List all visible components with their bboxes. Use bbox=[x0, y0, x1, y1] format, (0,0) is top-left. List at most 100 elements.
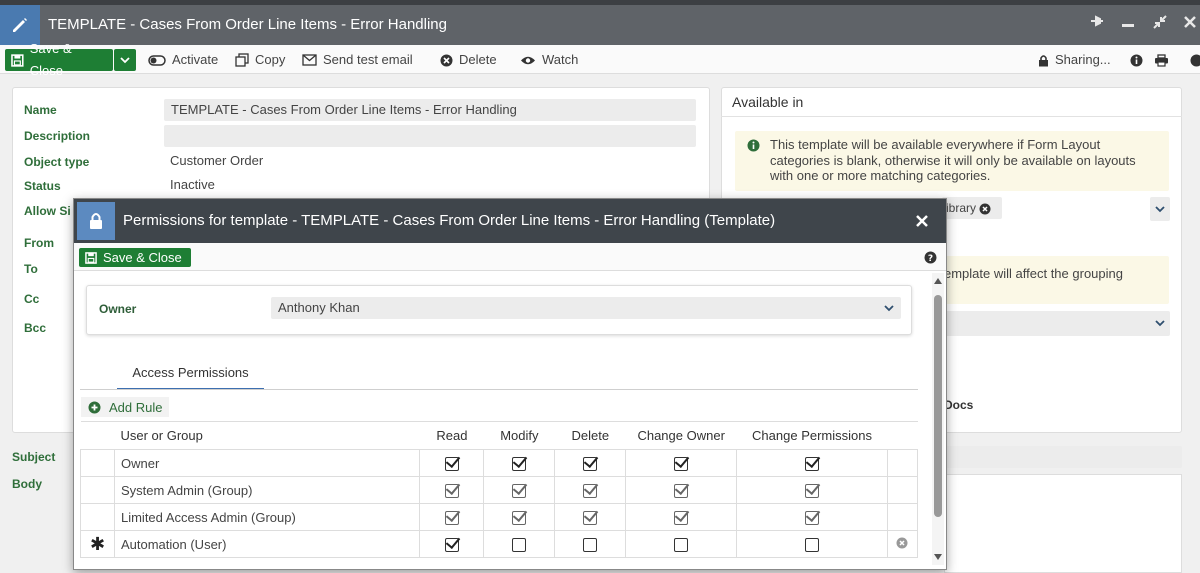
remove-chip-icon[interactable] bbox=[979, 203, 991, 215]
read-checkbox[interactable] bbox=[444, 456, 459, 471]
sharing-button[interactable]: Sharing... bbox=[1032, 49, 1117, 71]
grouping-select[interactable] bbox=[942, 311, 1170, 336]
delete-checkbox[interactable] bbox=[583, 456, 598, 471]
to-label: To bbox=[24, 262, 38, 276]
row-marker bbox=[80, 449, 115, 477]
permissions-table: User or Group Read Modify Delete Change … bbox=[80, 421, 919, 558]
copy-label: Copy bbox=[255, 52, 286, 67]
plus-circle-icon bbox=[88, 401, 101, 413]
change-owner-checkbox[interactable] bbox=[674, 456, 689, 471]
minimize-icon[interactable] bbox=[1116, 5, 1140, 45]
header-delete: Delete bbox=[554, 421, 626, 450]
header-change-permissions: Change Permissions bbox=[736, 421, 888, 450]
change-owner-checkbox bbox=[674, 510, 689, 525]
delete-button[interactable]: Delete bbox=[434, 49, 503, 71]
new-row-asterisk-icon: ✱ bbox=[80, 530, 115, 558]
info-icon bbox=[1130, 54, 1143, 66]
docs-label: Docs bbox=[944, 398, 974, 412]
owner-value: Anthony Khan bbox=[278, 300, 360, 315]
info-button[interactable] bbox=[1124, 49, 1149, 71]
pin-icon[interactable] bbox=[1084, 5, 1108, 45]
modify-checkbox[interactable] bbox=[512, 537, 527, 552]
dialog-title: Permissions for template - TEMPLATE - Ca… bbox=[123, 212, 776, 229]
from-label: From bbox=[24, 236, 54, 250]
bcc-label: Bcc bbox=[24, 321, 47, 335]
delete-checkbox[interactable] bbox=[583, 537, 598, 552]
svg-text:?: ? bbox=[928, 254, 933, 264]
modify-checkbox[interactable] bbox=[512, 456, 527, 471]
object-type-value: Customer Order bbox=[170, 153, 264, 168]
header-change-owner: Change Owner bbox=[625, 421, 737, 450]
dialog-save-close-button[interactable]: Save & Close bbox=[79, 248, 191, 267]
subject-label: Subject bbox=[12, 450, 56, 464]
read-checkbox[interactable] bbox=[444, 537, 459, 552]
change-owner-checkbox[interactable] bbox=[674, 537, 689, 552]
change-owner-checkbox bbox=[674, 483, 689, 498]
scrollbar[interactable] bbox=[932, 273, 944, 565]
permissions-dialog: Permissions for template - TEMPLATE - Ca… bbox=[73, 198, 947, 570]
delete-circle-icon bbox=[440, 54, 453, 66]
actions-header bbox=[887, 421, 918, 450]
row-marker bbox=[80, 476, 115, 504]
change-permissions-checkbox[interactable] bbox=[805, 537, 820, 552]
body-editor[interactable] bbox=[944, 474, 1182, 573]
collapse-icon[interactable] bbox=[1148, 5, 1172, 45]
categories-dropdown-toggle[interactable] bbox=[1150, 197, 1170, 221]
scroll-down-icon[interactable] bbox=[933, 553, 943, 561]
tab-access-permissions[interactable]: Access Permissions bbox=[117, 365, 264, 390]
change-permissions-checkbox[interactable] bbox=[805, 456, 820, 471]
scroll-thumb[interactable] bbox=[934, 295, 942, 517]
owner-label: Owner bbox=[99, 302, 137, 316]
change-permissions-checkbox bbox=[805, 483, 820, 498]
dialog-save-close-label: Save & Close bbox=[103, 250, 182, 265]
owner-select[interactable]: Anthony Khan bbox=[271, 297, 901, 319]
row-name: Automation (User) bbox=[113, 530, 421, 558]
sharing-label: Sharing... bbox=[1055, 52, 1111, 67]
scroll-up-icon[interactable] bbox=[933, 277, 943, 285]
copy-button[interactable]: Copy bbox=[229, 49, 291, 71]
name-field[interactable]: TEMPLATE - Cases From Order Line Items -… bbox=[164, 99, 696, 121]
chevron-down-icon bbox=[884, 305, 894, 312]
copy-icon bbox=[235, 53, 249, 67]
owner-card: Owner Anthony Khan bbox=[86, 285, 912, 335]
window-title: TEMPLATE - Cases From Order Line Items -… bbox=[48, 16, 447, 33]
dialog-close-icon[interactable] bbox=[912, 209, 932, 233]
send-test-email-button[interactable]: Send test email bbox=[296, 49, 419, 71]
dialog-toolbar bbox=[74, 243, 946, 271]
row-marker bbox=[80, 503, 115, 531]
chevron-down-icon bbox=[120, 57, 130, 64]
change-permissions-checkbox bbox=[805, 510, 820, 525]
info-icon bbox=[747, 139, 760, 155]
activate-button[interactable]: Activate bbox=[142, 49, 224, 71]
row-name: Owner bbox=[113, 449, 421, 477]
chevron-down-icon bbox=[1155, 320, 1165, 327]
library-chip[interactable]: ibrary bbox=[942, 197, 1002, 219]
table-row: Owner bbox=[80, 449, 919, 477]
watch-button[interactable]: Watch bbox=[514, 49, 584, 71]
header-read: Read bbox=[419, 421, 484, 450]
send-test-email-label: Send test email bbox=[323, 52, 413, 67]
status-value: Inactive bbox=[170, 177, 215, 192]
chevron-down-icon bbox=[1155, 206, 1165, 213]
watch-label: Watch bbox=[542, 52, 579, 67]
more-info-button[interactable] bbox=[1184, 49, 1200, 71]
save-close-button[interactable]: Save & Close bbox=[5, 41, 113, 78]
marker-header bbox=[80, 421, 115, 450]
remove-row-icon[interactable] bbox=[896, 537, 908, 549]
printer-icon bbox=[1155, 53, 1168, 67]
subject-field[interactable] bbox=[944, 446, 1182, 468]
cc-label: Cc bbox=[24, 292, 40, 306]
print-button[interactable] bbox=[1148, 49, 1175, 71]
close-icon[interactable] bbox=[1178, 5, 1200, 45]
header-modify: Modify bbox=[483, 421, 555, 450]
description-field[interactable] bbox=[164, 125, 696, 147]
info-icon bbox=[1190, 54, 1200, 66]
save-dropdown-button[interactable] bbox=[114, 49, 136, 71]
object-type-label: Object type bbox=[24, 155, 90, 169]
row-name: System Admin (Group) bbox=[113, 476, 421, 504]
add-rule-button[interactable]: Add Rule bbox=[81, 397, 170, 417]
help-icon[interactable]: ? bbox=[924, 251, 937, 267]
table-row: ✱ Automation (User) bbox=[80, 530, 919, 558]
available-in-title: Available in bbox=[732, 94, 804, 110]
row-name: Limited Access Admin (Group) bbox=[113, 503, 421, 531]
